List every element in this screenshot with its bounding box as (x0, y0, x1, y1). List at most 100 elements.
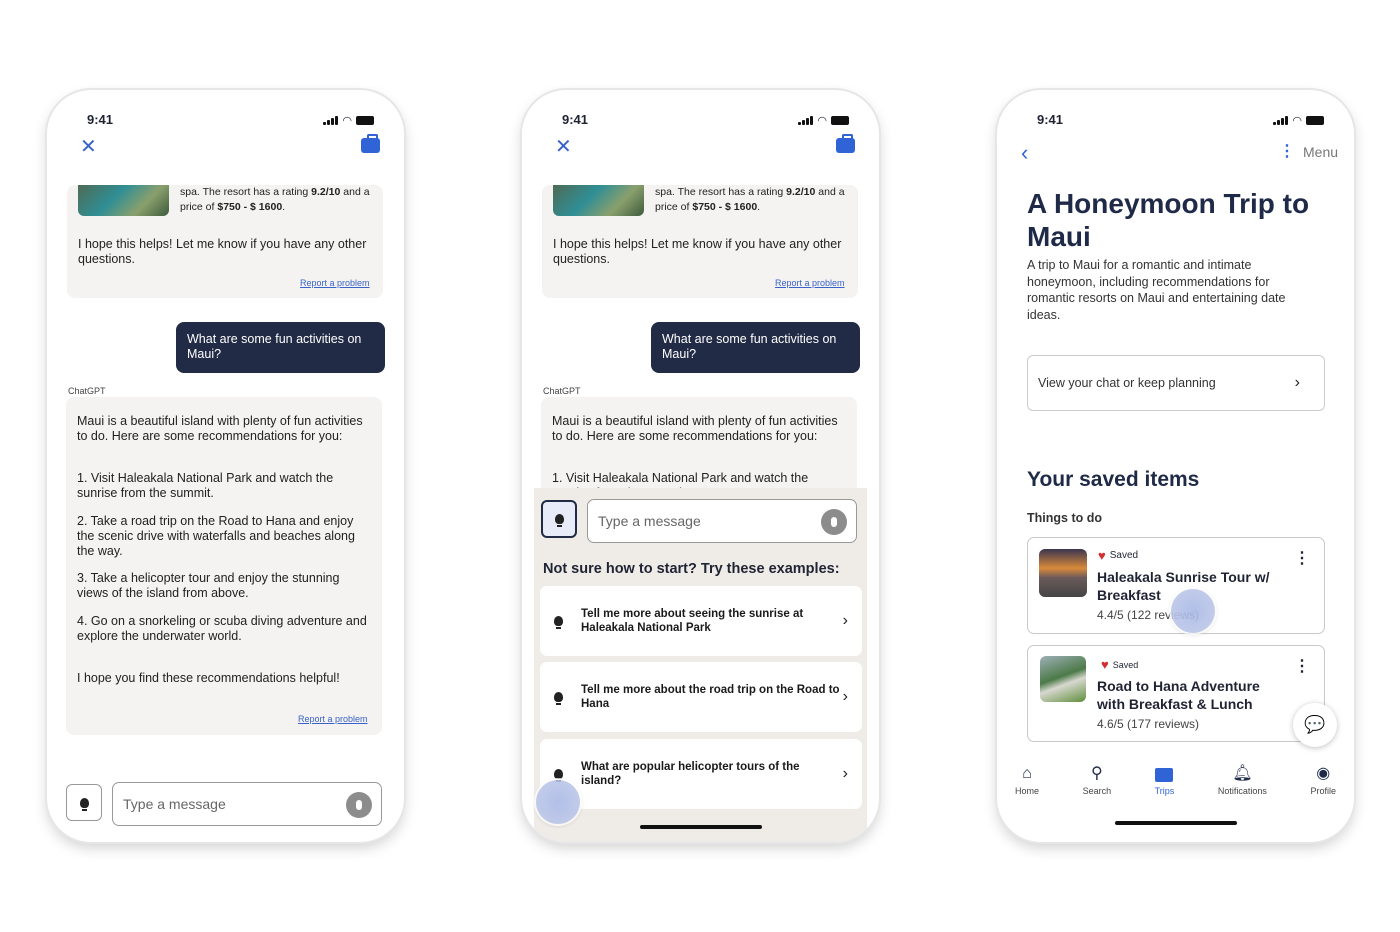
resort-image (553, 185, 644, 216)
page-title: A Honeymoon Trip to Maui (1027, 188, 1310, 252)
lightbulb-icon (79, 797, 89, 811)
answer-item: 3. Take a helicopter tour and enjoy the … (77, 571, 340, 600)
closing-text: I hope this helps! Let me know if you ha… (78, 237, 367, 266)
microphone-icon[interactable] (821, 509, 847, 535)
more-vertical-icon[interactable]: ⋮ (1294, 548, 1310, 568)
answer-card: Maui is a beautiful island with plenty o… (66, 397, 382, 735)
phone-trip: 9:41 ◠ ‹ ⋮ Menu A Honeymoon Trip to Maui… (997, 90, 1354, 842)
search-icon: ⚲ (1090, 765, 1103, 782)
status-icons: ◠ (1273, 114, 1324, 127)
saved-badge: ♥ Saved (1101, 657, 1139, 672)
report-problem-link[interactable]: Report a problem (298, 714, 368, 724)
menu-button[interactable]: ⋮ Menu (1279, 143, 1339, 161)
home-icon: ⌂ (1022, 765, 1032, 782)
answer-closing: I hope you find these recommendations he… (77, 671, 340, 685)
nav-notifications[interactable]: 🔔︎ Notifications (1218, 765, 1267, 796)
section-label: Things to do (1027, 511, 1102, 525)
answer-item: 2. Take a road trip on the Road to Hana … (77, 514, 355, 558)
chevron-right-icon: › (842, 688, 848, 705)
view-chat-button[interactable]: View your chat or keep planning › (1027, 355, 1325, 411)
battery-icon (356, 116, 374, 125)
message-input[interactable]: Type a message (112, 782, 382, 826)
suggestion-item[interactable]: Tell me more about the road trip on the … (540, 662, 862, 732)
trip-briefcase-icon[interactable] (836, 134, 855, 153)
chevron-right-icon: › (842, 765, 848, 782)
nav-profile[interactable]: ◉ Profile (1310, 765, 1336, 796)
lightbulb-icon (554, 514, 564, 527)
suggestions-button[interactable] (66, 784, 102, 821)
status-time: 9:41 (1037, 112, 1064, 127)
trip-description: A trip to Maui for a romantic and intima… (1027, 258, 1286, 322)
trip-briefcase-icon[interactable] (361, 134, 380, 153)
status-time: 9:41 (562, 112, 589, 127)
user-message: What are some fun activities on Maui? (651, 322, 860, 373)
saved-badge: ♥ Saved (1098, 548, 1139, 563)
item-rating: 4.6/5 (177 reviews) (1097, 717, 1200, 731)
heart-icon: ♥ (1101, 657, 1109, 672)
report-problem-link[interactable]: Report a problem (300, 278, 370, 288)
message-placeholder: Type a message (123, 796, 226, 812)
heart-icon: ♥ (1098, 548, 1106, 563)
answer-item: 4. Go on a snorkeling or scuba diving ad… (77, 614, 367, 643)
saved-item-card[interactable]: ♥ Saved Road to Hana Adventure with Break… (1027, 645, 1325, 742)
saved-items-heading: Your saved items (1027, 468, 1200, 491)
home-indicator (640, 825, 762, 829)
bell-icon: 🔔︎ (1232, 765, 1253, 782)
item-thumbnail (1040, 656, 1086, 702)
touch-indicator (536, 780, 580, 824)
report-problem-link[interactable]: Report a problem (775, 278, 845, 288)
nav-home[interactable]: ⌂ Home (1015, 765, 1039, 796)
menu-label: Menu (1303, 144, 1339, 160)
close-icon[interactable]: ✕ (80, 137, 97, 157)
resort-message-card: spa. The resort has a rating 9.2/10 and … (67, 185, 383, 298)
message-input[interactable]: Type a message (587, 499, 857, 543)
phone-chat: 9:41 ◠ ✕ spa. The resort has a rating 9.… (47, 90, 404, 842)
suggestion-text: Tell me more about seeing the sunrise at… (581, 608, 804, 634)
signal-icon (323, 116, 339, 125)
closing-text: I hope this helps! Let me know if you ha… (553, 237, 842, 266)
chat-fab-icon[interactable]: 💬 (1293, 703, 1337, 747)
saved-item-card[interactable]: ♥ Saved Haleakala Sunrise Tour w/ Breakfa… (1027, 537, 1325, 634)
nav-search[interactable]: ⚲ Search (1083, 765, 1112, 796)
message-placeholder: Type a message (598, 513, 701, 529)
suggestion-text: What are popular helicopter tours of the… (581, 761, 800, 787)
lightbulb-icon (554, 769, 563, 782)
wifi-icon: ◠ (817, 115, 827, 127)
signal-icon (798, 116, 814, 125)
signal-icon (1273, 116, 1289, 125)
answer-item: 1. Visit Haleakala National Park and wat… (77, 471, 334, 500)
nav-trips[interactable]: Trips (1155, 765, 1174, 796)
suggestions-heading: Not sure how to start? Try these example… (543, 561, 840, 577)
touch-indicator (1171, 589, 1215, 633)
suggestion-text: Tell me more about the road trip on the … (581, 684, 840, 710)
answer-intro: Maui is a beautiful island with plenty o… (552, 414, 838, 443)
status-time: 9:41 (87, 112, 114, 127)
bottom-nav: ⌂ Home ⚲ Search Trips 🔔︎ Notifications ◉ Pro… (1015, 765, 1336, 796)
resort-image (78, 185, 169, 216)
lightbulb-icon (554, 692, 563, 705)
resort-summary: spa. The resort has a rating 9.2/10 and … (180, 186, 370, 213)
status-icons: ◠ (323, 114, 374, 127)
close-icon[interactable]: ✕ (555, 137, 572, 157)
chevron-right-icon: › (842, 612, 848, 629)
more-vertical-icon: ⋮ (1279, 143, 1295, 160)
answer-intro: Maui is a beautiful island with plenty o… (77, 414, 363, 443)
more-vertical-icon[interactable]: ⋮ (1294, 656, 1310, 676)
wifi-icon: ◠ (342, 115, 352, 127)
phone-chat-suggestions: 9:41 ◠ ✕ spa. The resort has a rating 9.… (522, 90, 879, 842)
lightbulb-icon (554, 616, 563, 629)
suggestions-button[interactable] (541, 500, 577, 538)
resort-message-card: spa. The resort has a rating 9.2/10 and … (542, 185, 858, 298)
user-message: What are some fun activities on Maui? (176, 322, 385, 373)
back-chevron-icon[interactable]: ‹ (1021, 140, 1028, 166)
item-thumbnail (1039, 549, 1087, 597)
microphone-icon[interactable] (346, 792, 372, 818)
sender-label: ChatGPT (543, 386, 581, 396)
status-icons: ◠ (798, 114, 849, 127)
sender-label: ChatGPT (68, 386, 106, 396)
chevron-right-icon: › (1294, 374, 1300, 391)
suggestion-item[interactable]: What are popular helicopter tours of the… (540, 739, 862, 809)
suggestion-item[interactable]: Tell me more about seeing the sunrise at… (540, 586, 862, 656)
battery-icon (831, 116, 849, 125)
home-indicator (1115, 821, 1237, 825)
